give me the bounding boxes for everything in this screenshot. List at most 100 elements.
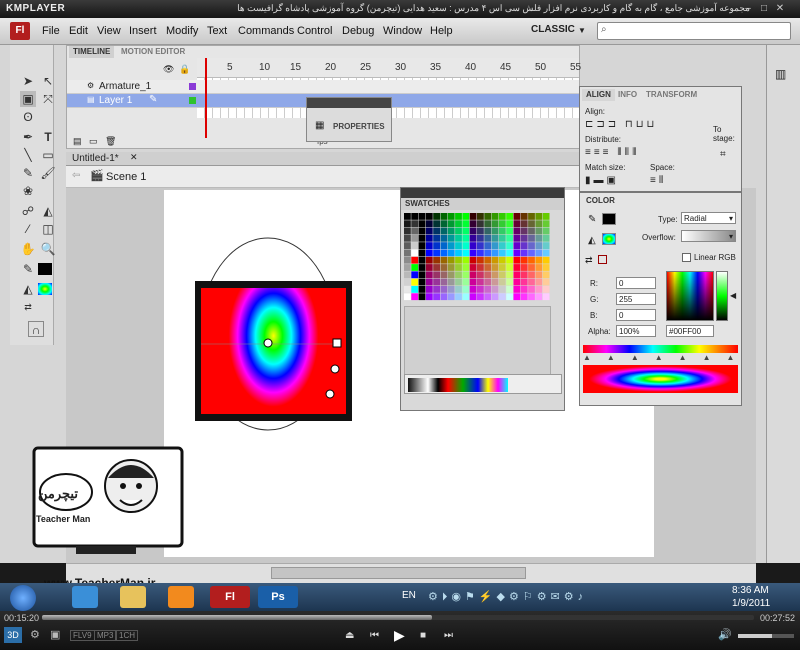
swatch-cell[interactable] bbox=[528, 220, 535, 228]
3d-mode-button[interactable]: 3D bbox=[4, 627, 22, 643]
swatch-cell[interactable] bbox=[433, 242, 440, 249]
swatch-cell[interactable] bbox=[440, 234, 448, 242]
swatch-cell[interactable] bbox=[418, 249, 426, 257]
3d-rotation-tool-icon[interactable]: ⤧ bbox=[40, 91, 56, 107]
swatch-cell[interactable] bbox=[520, 256, 528, 264]
swatch-cell[interactable] bbox=[411, 256, 419, 264]
swatch-cell[interactable] bbox=[528, 264, 535, 271]
swatch-cell[interactable] bbox=[513, 286, 521, 293]
photoshop-taskbar-icon[interactable]: Ps bbox=[258, 586, 298, 608]
menu-text[interactable]: Text bbox=[207, 25, 227, 37]
swatch-cell[interactable] bbox=[498, 213, 506, 220]
swatch-cell[interactable] bbox=[455, 264, 462, 271]
swatch-cell[interactable] bbox=[469, 234, 477, 242]
swatch-cell[interactable] bbox=[418, 278, 426, 286]
swatch-cell[interactable] bbox=[542, 271, 550, 279]
swatch-cell[interactable] bbox=[491, 213, 499, 220]
swatch-cell[interactable] bbox=[542, 242, 550, 249]
swatch-cell[interactable] bbox=[498, 271, 506, 279]
swatch-cell[interactable] bbox=[491, 264, 499, 271]
swatch-cell[interactable] bbox=[469, 278, 477, 286]
swatch-cell[interactable] bbox=[484, 227, 492, 235]
swatch-cell[interactable] bbox=[440, 278, 448, 286]
swap-colors-icon[interactable]: ⇄ bbox=[20, 299, 36, 315]
swatch-cell[interactable] bbox=[528, 256, 535, 264]
swatch-cell[interactable] bbox=[520, 234, 528, 242]
swatch-cell[interactable] bbox=[520, 278, 528, 286]
swatch-cell[interactable] bbox=[433, 213, 440, 220]
swatch-cell[interactable] bbox=[447, 264, 455, 271]
swatch-grid[interactable] bbox=[404, 213, 551, 301]
swatch-cell[interactable] bbox=[477, 264, 484, 271]
swatch-cell[interactable] bbox=[418, 264, 426, 271]
swatch-cell[interactable] bbox=[469, 249, 477, 257]
swatch-cell[interactable] bbox=[425, 220, 433, 228]
swatch-cell[interactable] bbox=[455, 256, 462, 264]
swatch-cell[interactable] bbox=[418, 213, 426, 220]
layer-color-swatch[interactable] bbox=[189, 97, 196, 104]
gradient-size-handle[interactable] bbox=[330, 364, 340, 374]
swatch-cell[interactable] bbox=[462, 286, 470, 293]
swatch-cell[interactable] bbox=[477, 293, 484, 301]
swatch-cell[interactable] bbox=[513, 293, 521, 301]
swatch-cell[interactable] bbox=[411, 249, 419, 257]
swatch-cell[interactable] bbox=[477, 286, 484, 293]
swatch-cell[interactable] bbox=[433, 286, 440, 293]
swatch-cell[interactable] bbox=[484, 220, 492, 228]
swatch-cell[interactable] bbox=[447, 234, 455, 242]
swatch-cell[interactable] bbox=[425, 249, 433, 257]
swatch-cell[interactable] bbox=[447, 242, 455, 249]
stroke-color-swatch[interactable] bbox=[38, 263, 52, 275]
playhead[interactable] bbox=[205, 58, 207, 138]
alpha-field[interactable]: 100% bbox=[616, 325, 656, 337]
swatch-cell[interactable] bbox=[491, 220, 499, 228]
swatch-cell[interactable] bbox=[484, 293, 492, 301]
menu-control[interactable]: Control bbox=[297, 25, 332, 37]
swatch-cell[interactable] bbox=[455, 278, 462, 286]
selection-tool-icon[interactable]: ➤ bbox=[20, 73, 36, 89]
swatch-cell[interactable] bbox=[411, 271, 419, 279]
swatch-cell[interactable] bbox=[440, 264, 448, 271]
snap-magnet-icon[interactable]: ∩ bbox=[28, 321, 44, 337]
swatch-cell[interactable] bbox=[440, 256, 448, 264]
paint-bucket-tool-icon[interactable]: ◭ bbox=[40, 203, 56, 219]
swatch-cell[interactable] bbox=[520, 293, 528, 301]
swatch-cell[interactable] bbox=[469, 220, 477, 228]
swatch-cell[interactable] bbox=[447, 286, 455, 293]
swatch-cell[interactable] bbox=[506, 286, 513, 293]
menu-view[interactable]: View bbox=[97, 25, 121, 37]
swatch-cell[interactable] bbox=[404, 234, 411, 242]
stop-icon[interactable]: ■ bbox=[420, 630, 426, 641]
swatch-cell[interactable] bbox=[542, 227, 550, 235]
new-layer-icon[interactable]: ▤ bbox=[73, 136, 82, 147]
eyedropper-tool-icon[interactable]: ⁄ bbox=[20, 221, 36, 237]
scene-name[interactable]: Scene 1 bbox=[106, 171, 146, 183]
properties-label[interactable]: PROPERTIES bbox=[333, 122, 385, 131]
swatch-cell[interactable] bbox=[447, 220, 455, 228]
swatch-cell[interactable] bbox=[425, 256, 433, 264]
gradient-center-handle[interactable] bbox=[263, 338, 273, 348]
panel-header[interactable] bbox=[401, 188, 564, 198]
swatch-cell[interactable] bbox=[542, 264, 550, 271]
gradient-stops[interactable]: ▲▲▲▲▲▲▲ bbox=[583, 353, 738, 363]
clock-time[interactable]: 8:36 AM bbox=[732, 585, 769, 596]
no-color-icon[interactable] bbox=[598, 255, 607, 264]
swatch-cell[interactable] bbox=[542, 286, 550, 293]
swatch-cell[interactable] bbox=[469, 227, 477, 235]
rectangle-tool-icon[interactable]: ▭ bbox=[40, 147, 56, 163]
swatch-cell[interactable] bbox=[425, 264, 433, 271]
swatch-cell[interactable] bbox=[528, 278, 535, 286]
play-icon[interactable]: ▶ bbox=[394, 627, 405, 644]
swatch-cell[interactable] bbox=[462, 256, 470, 264]
previous-icon[interactable]: ⏮ bbox=[370, 630, 379, 641]
swatch-cell[interactable] bbox=[535, 271, 543, 279]
hex-field[interactable]: #00FF00 bbox=[666, 325, 714, 337]
swatch-cell[interactable] bbox=[425, 234, 433, 242]
linear-rgb-checkbox[interactable] bbox=[682, 253, 691, 262]
subselection-tool-icon[interactable]: ↖ bbox=[40, 73, 56, 89]
swatch-cell[interactable] bbox=[498, 227, 506, 235]
tab-info[interactable]: INFO bbox=[614, 89, 641, 101]
swatch-cell[interactable] bbox=[506, 293, 513, 301]
swatch-cell[interactable] bbox=[411, 278, 419, 286]
chevron-down-icon[interactable]: ▼ bbox=[578, 26, 586, 35]
